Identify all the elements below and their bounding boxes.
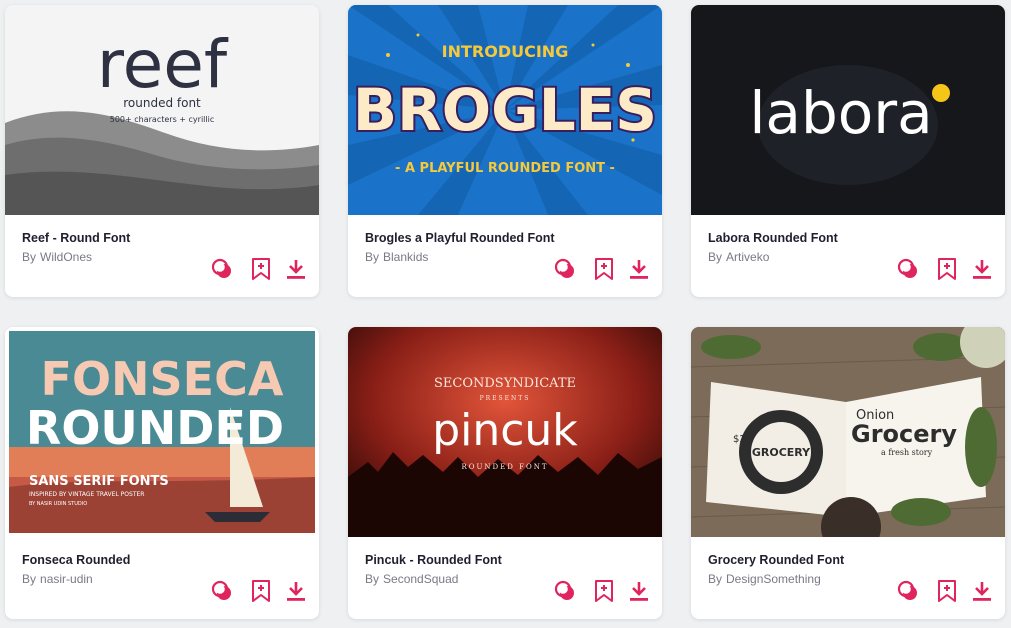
thumb-heading: pincuk [432, 405, 578, 456]
font-title[interactable]: Reef - Round Font [22, 231, 130, 245]
download-icon[interactable] [970, 257, 994, 281]
font-title[interactable]: Fonseca Rounded [22, 553, 130, 567]
card-actions [553, 579, 653, 603]
card-thumbnail[interactable]: GROCERY $20 Onion Grocery a fresh story [691, 327, 1005, 537]
collection-icon[interactable] [210, 579, 234, 603]
bookmark-add-icon[interactable] [592, 257, 616, 281]
thumb-subheading: ROUNDED [26, 401, 284, 455]
thumb-heading: reef [97, 26, 229, 103]
logo-dot [932, 84, 950, 102]
thumb-caption: 500+ characters + cyrillic [110, 115, 215, 124]
download-icon[interactable] [970, 579, 994, 603]
thumb-subheading: rounded font [123, 96, 201, 110]
download-icon[interactable] [284, 257, 308, 281]
font-author: By SecondSquad [365, 572, 458, 586]
font-title[interactable]: Labora Rounded Font [708, 231, 838, 245]
thumb-caption: SANS SERIF FONTS [29, 474, 169, 489]
author-prefix: By [22, 250, 37, 264]
collection-icon[interactable] [896, 579, 920, 603]
bookmark-add-icon[interactable] [249, 257, 273, 281]
thumb-heading: labora [749, 79, 932, 147]
font-card-grocery[interactable]: GROCERY $20 Onion Grocery a fresh story … [691, 327, 1005, 619]
card-thumbnail[interactable]: SECONDSYNDICATE PRESENTS pincuk ROUNDED … [348, 327, 662, 537]
font-author: By Artiveko [708, 250, 769, 264]
thumb-caption: a fresh story [881, 448, 933, 457]
font-title[interactable]: Pincuk - Rounded Font [365, 553, 502, 567]
author-name[interactable]: SecondSquad [383, 572, 458, 586]
thumb-badge: GROCERY [752, 446, 811, 459]
thumb-caption: - A PLAYFUL ROUNDED FONT - [395, 161, 615, 176]
bookmark-add-icon[interactable] [249, 579, 273, 603]
font-card-reef[interactable]: reef rounded font 500+ characters + cyri… [5, 5, 319, 297]
font-card-grid: reef rounded font 500+ characters + cyri… [0, 0, 1011, 628]
thumb-subheading: INTRODUCING [442, 42, 569, 61]
author-name[interactable]: WildOnes [40, 250, 92, 264]
thumb-subheading: SECONDSYNDICATE [434, 376, 576, 391]
font-title[interactable]: Grocery Rounded Font [708, 553, 844, 567]
collection-icon[interactable] [553, 579, 577, 603]
thumb-price: $20 [733, 434, 752, 445]
collection-icon[interactable] [553, 257, 577, 281]
font-card-brogles[interactable]: INTRODUCING BROGLES - A PLAYFUL ROUNDED … [348, 5, 662, 297]
font-author: By DesignSomething [708, 572, 821, 586]
author-prefix: By [708, 250, 723, 264]
font-card-pincuk[interactable]: SECONDSYNDICATE PRESENTS pincuk ROUNDED … [348, 327, 662, 619]
thumb-heading: Grocery [851, 420, 957, 448]
bookmark-add-icon[interactable] [935, 257, 959, 281]
author-prefix: By [708, 572, 723, 586]
bookmark-add-icon[interactable] [935, 579, 959, 603]
card-actions [210, 579, 310, 603]
author-name[interactable]: nasir-udin [40, 572, 93, 586]
card-thumbnail[interactable]: INTRODUCING BROGLES - A PLAYFUL ROUNDED … [348, 5, 662, 215]
card-actions [896, 257, 996, 281]
thumb-heading: FONSECA [41, 352, 284, 406]
card-actions [553, 257, 653, 281]
font-title[interactable]: Brogles a Playful Rounded Font [365, 231, 555, 245]
collection-icon[interactable] [896, 257, 920, 281]
card-thumbnail[interactable]: FONSECA ROUNDED SANS SERIF FONTS INSPIRE… [5, 327, 319, 537]
font-author: By nasir-udin [22, 572, 93, 586]
author-prefix: By [22, 572, 37, 586]
author-prefix: By [365, 572, 380, 586]
author-name[interactable]: Artiveko [726, 250, 769, 264]
collection-icon[interactable] [210, 257, 234, 281]
card-thumbnail[interactable]: labora [691, 5, 1005, 215]
author-prefix: By [365, 250, 380, 264]
author-name[interactable]: Blankids [383, 250, 428, 264]
font-card-fonseca[interactable]: FONSECA ROUNDED SANS SERIF FONTS INSPIRE… [5, 327, 319, 619]
thumb-caption-3: BY NASIR UDIN STUDIO [29, 501, 87, 507]
thumb-heading: BROGLES [353, 76, 657, 144]
author-name[interactable]: DesignSomething [726, 572, 821, 586]
thumb-presents: PRESENTS [480, 395, 531, 402]
card-thumbnail[interactable]: reef rounded font 500+ characters + cyri… [5, 5, 319, 215]
card-actions [896, 579, 996, 603]
font-card-labora[interactable]: labora Labora Rounded Font By Artiveko [691, 5, 1005, 297]
thumb-caption-2: INSPIRED BY VINTAGE TRAVEL POSTER [29, 491, 144, 498]
download-icon[interactable] [284, 579, 308, 603]
download-icon[interactable] [627, 257, 651, 281]
font-author: By WildOnes [22, 250, 92, 264]
bookmark-add-icon[interactable] [592, 579, 616, 603]
thumb-caption: ROUNDED FONT [462, 463, 549, 471]
font-author: By Blankids [365, 250, 428, 264]
card-actions [210, 257, 310, 281]
download-icon[interactable] [627, 579, 651, 603]
